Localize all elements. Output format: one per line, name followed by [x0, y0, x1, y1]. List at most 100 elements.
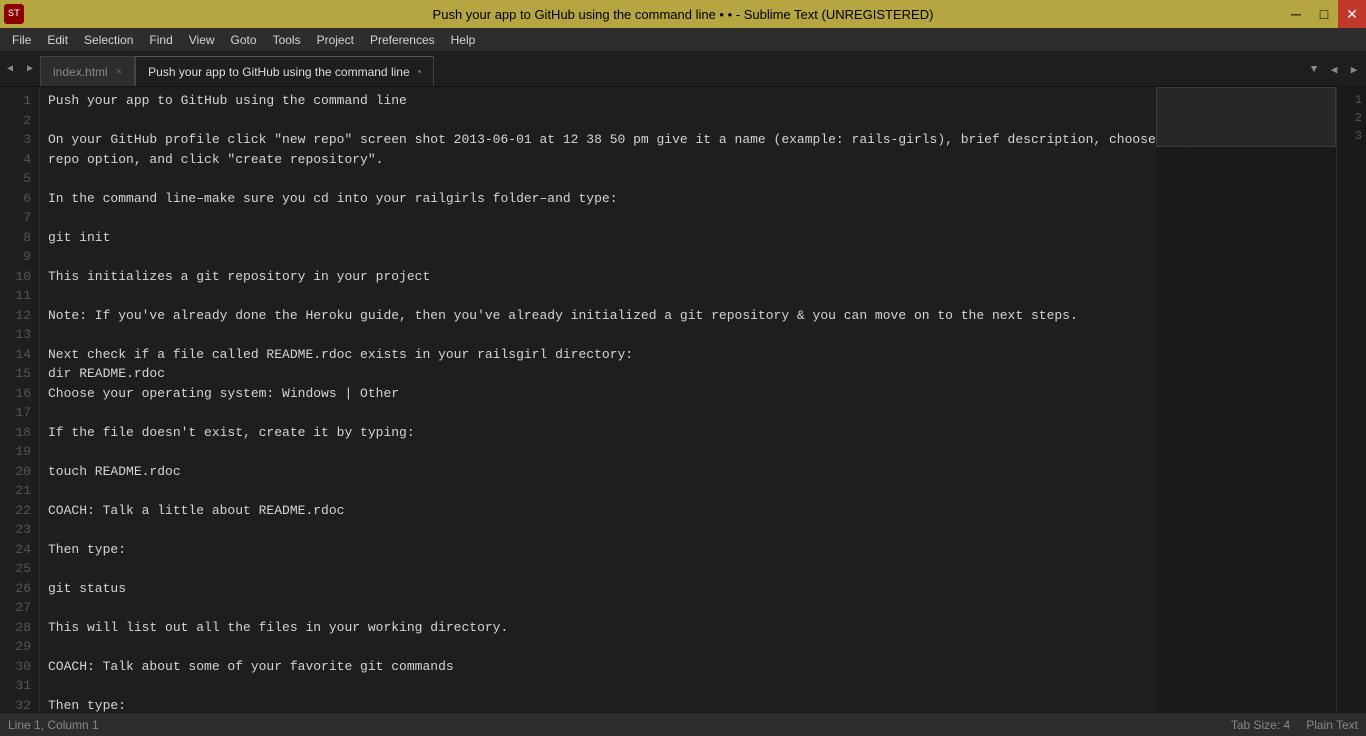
- line-number-19: 19: [8, 442, 31, 462]
- line-number-23: 23: [8, 520, 31, 540]
- menu-bar: File Edit Selection Find View Goto Tools…: [0, 28, 1366, 52]
- maximize-button[interactable]: □: [1310, 0, 1338, 28]
- line-number-6: 6: [8, 189, 31, 209]
- line-number-24: 24: [8, 540, 31, 560]
- line-number-5: 5: [8, 169, 31, 189]
- tab-nav-left-2[interactable]: ◀: [1326, 62, 1342, 78]
- code-line-22: COACH: Talk a little about README.rdoc: [48, 501, 1148, 521]
- code-line-24: Then type:: [48, 540, 1148, 560]
- code-line-17: [48, 403, 1148, 423]
- tab-dropdown-button[interactable]: ▼: [1306, 62, 1322, 78]
- status-right: Tab Size: 4 Plain Text: [1231, 718, 1358, 732]
- menu-goto[interactable]: Goto: [223, 28, 265, 51]
- app-icon: ST: [4, 4, 24, 24]
- code-line-30: COACH: Talk about some of your favorite …: [48, 657, 1148, 677]
- menu-file[interactable]: File: [4, 28, 39, 51]
- line-number-26: 26: [8, 579, 31, 599]
- close-button[interactable]: ✕: [1338, 0, 1366, 28]
- line-number-27: 27: [8, 598, 31, 618]
- code-line-19: [48, 442, 1148, 462]
- tab-label-push: Push your app to GitHub using the comman…: [148, 65, 409, 79]
- code-line-11: [48, 286, 1148, 306]
- code-line-20: touch README.rdoc: [48, 462, 1148, 482]
- line-number-12: 12: [8, 306, 31, 326]
- code-line-8: git init: [48, 228, 1148, 248]
- code-line-16: Choose your operating system: Windows | …: [48, 384, 1148, 404]
- line-number-4: 4: [8, 150, 31, 170]
- menu-help[interactable]: Help: [443, 28, 484, 51]
- syntax-label[interactable]: Plain Text: [1306, 718, 1358, 732]
- line-number-18: 18: [8, 423, 31, 443]
- right-line-numbers: 1 2 3: [1336, 87, 1366, 712]
- menu-view[interactable]: View: [181, 28, 223, 51]
- menu-tools[interactable]: Tools: [265, 28, 309, 51]
- title-bar: ST Push your app to GitHub using the com…: [0, 0, 1366, 28]
- line-number-3: 3: [8, 130, 31, 150]
- code-line-6: In the command line–make sure you cd int…: [48, 189, 1148, 209]
- line-number-20: 20: [8, 462, 31, 482]
- line-number-7: 7: [8, 208, 31, 228]
- line-number-28: 28: [8, 618, 31, 638]
- line-number-25: 25: [8, 559, 31, 579]
- window-title: Push your app to GitHub using the comman…: [433, 7, 934, 22]
- menu-selection[interactable]: Selection: [76, 28, 141, 51]
- code-line-21: [48, 481, 1148, 501]
- code-line-10: This initializes a git repository in you…: [48, 267, 1148, 287]
- line-number-17: 17: [8, 403, 31, 423]
- status-bar: Line 1, Column 1 Tab Size: 4 Plain Text: [0, 712, 1366, 736]
- menu-edit[interactable]: Edit: [39, 28, 76, 51]
- tab-size[interactable]: Tab Size: 4: [1231, 718, 1290, 732]
- tab-close-push[interactable]: •: [418, 66, 422, 78]
- line-number-8: 8: [8, 228, 31, 248]
- code-line-3: On your GitHub profile click "new repo" …: [48, 130, 1148, 150]
- tab-push-github[interactable]: Push your app to GitHub using the comman…: [135, 56, 434, 86]
- right-line-2: 2: [1341, 109, 1362, 127]
- code-line-1: Push your app to GitHub using the comman…: [48, 91, 1148, 111]
- line-number-9: 9: [8, 247, 31, 267]
- line-number-21: 21: [8, 481, 31, 501]
- editor-area: 1234567891011121314151617181920212223242…: [0, 87, 1366, 712]
- cursor-position[interactable]: Line 1, Column 1: [8, 718, 99, 732]
- line-number-31: 31: [8, 676, 31, 696]
- tab-nav-left[interactable]: ◀: [0, 51, 20, 86]
- line-number-29: 29: [8, 637, 31, 657]
- line-number-11: 11: [8, 286, 31, 306]
- minimize-button[interactable]: ─: [1282, 0, 1310, 28]
- tab-close-index[interactable]: ×: [116, 66, 122, 78]
- tab-nav-right-2[interactable]: ▶: [1346, 62, 1362, 78]
- code-line-29: [48, 637, 1148, 657]
- line-number-16: 16: [8, 384, 31, 404]
- line-numbers: 1234567891011121314151617181920212223242…: [0, 87, 40, 712]
- code-line-12: Note: If you've already done the Heroku …: [48, 306, 1148, 326]
- tab-bar-controls: ▼ ◀ ▶: [1306, 52, 1366, 87]
- status-left: Line 1, Column 1: [8, 718, 99, 732]
- code-line-32: Then type:: [48, 696, 1148, 713]
- tab-label-index: index.html: [53, 65, 108, 79]
- code-line-4: repo option, and click "create repositor…: [48, 150, 1148, 170]
- code-line-2: [48, 111, 1148, 131]
- line-number-15: 15: [8, 364, 31, 384]
- minimap[interactable]: Push your app to GitHub using the comman…: [1156, 87, 1336, 712]
- tab-nav-right[interactable]: ▶: [20, 51, 40, 86]
- minimap-viewport: [1156, 87, 1336, 147]
- code-line-26: git status: [48, 579, 1148, 599]
- code-line-15: dir README.rdoc: [48, 364, 1148, 384]
- line-number-1: 1: [8, 91, 31, 111]
- code-line-25: [48, 559, 1148, 579]
- tab-index-html[interactable]: index.html ×: [40, 56, 135, 86]
- line-number-2: 2: [8, 111, 31, 131]
- window-controls: ─ □ ✕: [1282, 0, 1366, 28]
- code-line-27: [48, 598, 1148, 618]
- menu-project[interactable]: Project: [309, 28, 362, 51]
- tab-bar: ◀ ▶ index.html × Push your app to GitHub…: [0, 52, 1366, 87]
- code-line-23: [48, 520, 1148, 540]
- right-line-3: 3: [1341, 127, 1362, 145]
- line-number-14: 14: [8, 345, 31, 365]
- code-line-9: [48, 247, 1148, 267]
- menu-preferences[interactable]: Preferences: [362, 28, 443, 51]
- right-line-1: 1: [1341, 91, 1362, 109]
- line-number-30: 30: [8, 657, 31, 677]
- menu-find[interactable]: Find: [141, 28, 180, 51]
- code-line-13: [48, 325, 1148, 345]
- code-editor[interactable]: Push your app to GitHub using the comman…: [40, 87, 1156, 712]
